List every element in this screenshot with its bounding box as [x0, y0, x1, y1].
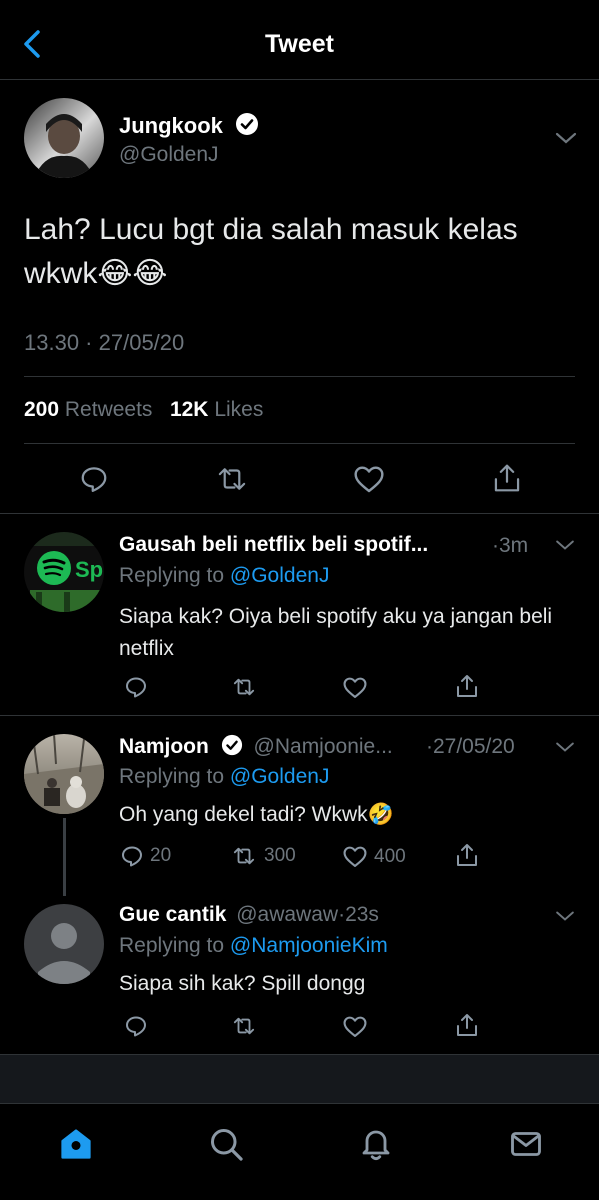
- reply-avatar[interactable]: Sp: [24, 532, 104, 612]
- top-bar: Tweet: [0, 0, 599, 80]
- reply-count: 20: [150, 845, 172, 866]
- retweet-icon: [233, 847, 255, 865]
- tweet-time: 13.30: [24, 330, 80, 355]
- reply-icon[interactable]: [79, 464, 109, 494]
- chevron-down-icon[interactable]: [554, 538, 576, 552]
- reply-author-handle[interactable]: @Namjoonie...: [254, 735, 393, 758]
- home-icon[interactable]: [58, 1126, 94, 1162]
- chevron-down-icon[interactable]: [554, 909, 576, 923]
- thread-line: [63, 818, 66, 896]
- share-icon[interactable]: [455, 1012, 479, 1038]
- author-avatar[interactable]: [24, 98, 104, 178]
- retweets-stat[interactable]: 200 Retweets: [24, 398, 152, 421]
- reply-author-name[interactable]: Gausah beli netflix beli spotif...: [119, 533, 428, 556]
- divider: [24, 376, 575, 377]
- reply-icon: [122, 846, 142, 867]
- reply-time: ·27/05/20: [426, 735, 515, 758]
- share-icon[interactable]: [492, 462, 522, 494]
- reply-author-name[interactable]: Namjoon: [119, 735, 209, 758]
- retweet-action[interactable]: 300: [230, 845, 296, 867]
- like-icon[interactable]: [342, 1015, 368, 1038]
- like-icon[interactable]: [342, 676, 368, 699]
- reply-icon[interactable]: [124, 1014, 148, 1038]
- tweet-date: 27/05/20: [98, 330, 185, 355]
- emoji: 😂😂: [97, 257, 168, 290]
- reply-author-handle[interactable]: @awawaw: [236, 903, 338, 926]
- search-icon[interactable]: [208, 1126, 244, 1162]
- author-name[interactable]: Jungkook: [119, 113, 223, 138]
- tweet-timestamp: 13.30 · 27/05/20: [24, 330, 185, 355]
- divider: [0, 715, 599, 716]
- like-count: 400: [374, 845, 406, 867]
- reply-author-name[interactable]: Gue cantik: [119, 903, 226, 926]
- verified-icon: [221, 734, 242, 756]
- bottom-nav: [0, 1103, 599, 1200]
- share-icon[interactable]: [455, 842, 479, 868]
- replying-to: Replying to @NamjoonieKim: [119, 934, 388, 957]
- messages-icon[interactable]: [508, 1126, 544, 1162]
- retweet-icon[interactable]: [215, 464, 249, 494]
- reply-time: ·23s: [338, 903, 379, 926]
- reply-text: Siapa kak? Oiya beli spotify aku ya jang…: [119, 605, 553, 660]
- reply-time: ·3m: [492, 534, 529, 557]
- chevron-down-icon[interactable]: [554, 130, 578, 146]
- replying-to-link[interactable]: @GoldenJ: [230, 765, 330, 788]
- like-action[interactable]: 400: [342, 845, 406, 868]
- reply-text: Siapa sih kak? Spill dongg: [119, 972, 366, 995]
- replying-to: Replying to @GoldenJ: [119, 564, 330, 587]
- retweet-icon[interactable]: [230, 1015, 258, 1037]
- retweet-icon[interactable]: [230, 676, 258, 698]
- replying-to-link[interactable]: @GoldenJ: [230, 564, 330, 587]
- tweet-text-line: wkwk: [24, 257, 98, 290]
- reply-action[interactable]: 20: [120, 844, 171, 868]
- empty-area: [0, 1055, 599, 1103]
- divider: [24, 443, 575, 444]
- like-icon[interactable]: [353, 464, 385, 494]
- tweet-stats: 200 Retweets 12K Likes: [24, 398, 263, 422]
- notifications-icon[interactable]: [358, 1126, 394, 1162]
- verified-icon: [236, 113, 259, 135]
- tweet-text-line: Lah? Lucu bgt dia salah masuk kelas: [24, 213, 518, 246]
- reply-icon[interactable]: [124, 675, 148, 699]
- divider: [0, 513, 599, 514]
- likes-stat[interactable]: 12K Likes: [170, 398, 263, 421]
- reply-avatar[interactable]: [24, 734, 104, 814]
- page-title: Tweet: [265, 30, 334, 58]
- emoji: 🤣: [367, 803, 394, 826]
- share-icon[interactable]: [455, 673, 479, 699]
- reply-text: Oh yang dekel tadi? Wkwk🤣: [119, 803, 394, 827]
- reply-avatar[interactable]: [24, 904, 104, 984]
- like-icon: [343, 846, 367, 867]
- default-avatar-icon: [38, 923, 90, 984]
- retweet-count: 300: [264, 845, 296, 866]
- author-handle[interactable]: @GoldenJ: [119, 143, 219, 167]
- replying-to-link[interactable]: @NamjoonieKim: [230, 934, 388, 957]
- tweet-text: Lah? Lucu bgt dia salah masuk kelas wkwk…: [24, 208, 518, 296]
- spotify-logo-text: Sp: [75, 557, 103, 582]
- replying-to: Replying to @GoldenJ: [119, 765, 330, 788]
- chevron-down-icon[interactable]: [554, 740, 576, 754]
- reply-text-body: Oh yang dekel tadi? Wkwk: [119, 803, 368, 826]
